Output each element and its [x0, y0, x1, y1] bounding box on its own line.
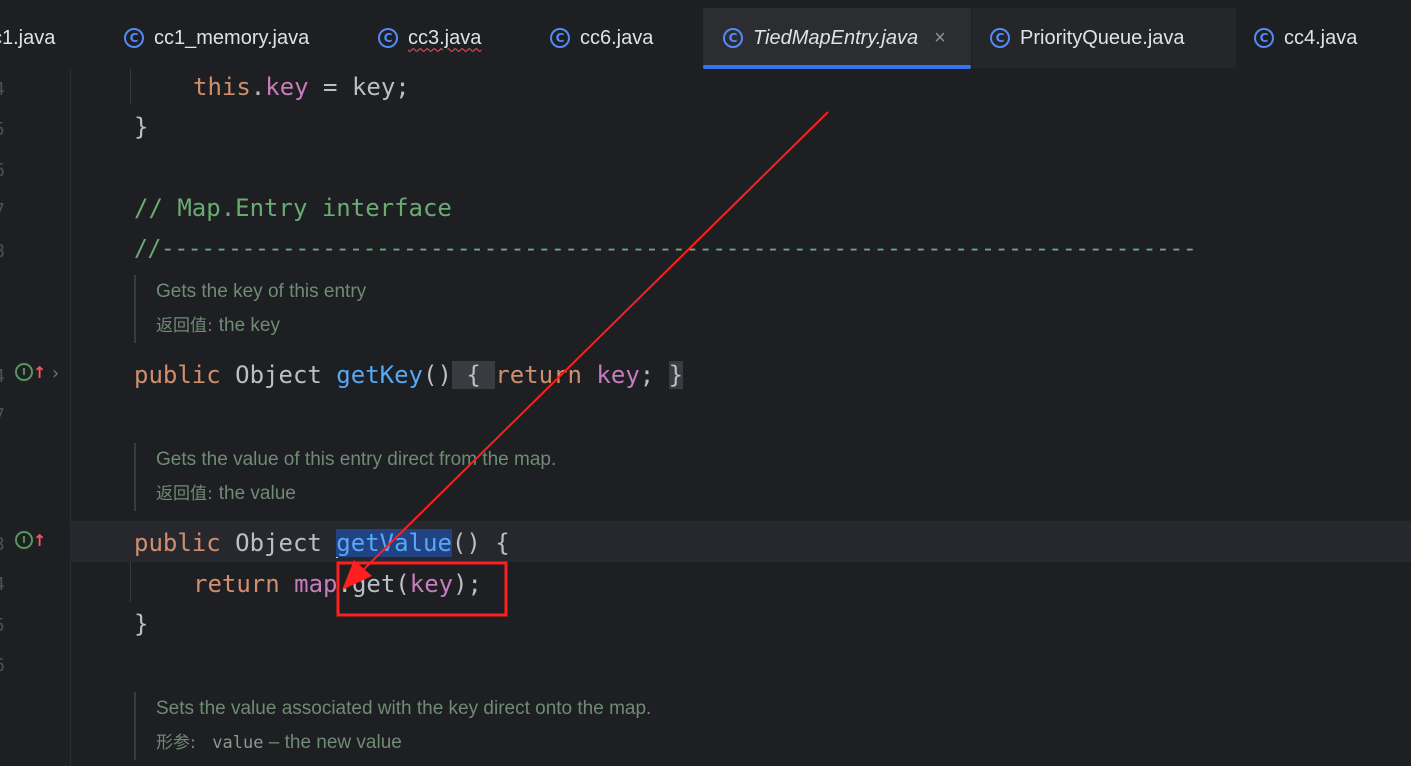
- tab-label: PriorityQueue.java: [1020, 26, 1185, 49]
- doc-param-name: value: [212, 733, 264, 753]
- doc-param-desc: – the new value: [263, 732, 402, 753]
- arrow-up-icon: ↑: [33, 531, 47, 550]
- assignment-rest: = key;: [308, 73, 410, 101]
- comment-divider: //--------------------------------------…: [134, 236, 1197, 262]
- parens: (): [423, 361, 452, 389]
- line-number: 4: [0, 574, 5, 595]
- code-close-brace: }: [134, 610, 149, 638]
- tab-cc1-memory[interactable]: C cc1_memory.java: [124, 8, 309, 68]
- method-call-get: .get(: [337, 570, 410, 598]
- class-icon: C: [124, 28, 144, 48]
- method-getkey[interactable]: getKey: [336, 361, 423, 389]
- doc-return-label: 返回值:: [156, 484, 213, 504]
- comment-map-entry: // Map.Entry interface: [134, 194, 452, 222]
- line-number: 7: [0, 405, 5, 426]
- method-signature-rest: () {: [451, 529, 510, 557]
- doc-param-label: 形参:: [156, 733, 196, 753]
- line-number: 5: [0, 119, 5, 140]
- field-key: key: [265, 73, 309, 101]
- semicolon: ;: [639, 361, 669, 389]
- line-gutter: 4 5 6 7 8 4 7 3 4 5 6 I ↑ › 💡 I ↑: [0, 69, 111, 766]
- line-number: 6: [0, 655, 5, 676]
- class-icon: C: [723, 28, 743, 48]
- line-number: 4: [0, 366, 5, 387]
- javadoc-getkey: Gets the key of this entry 返回值: the key: [134, 275, 366, 343]
- class-icon: C: [378, 28, 398, 48]
- class-icon: C: [550, 28, 570, 48]
- doc-param-row: 形参: value – the new value: [156, 726, 651, 760]
- fold-chevron-icon[interactable]: ›: [52, 363, 59, 384]
- line-number: 7: [0, 200, 5, 221]
- close-icon[interactable]: ×: [934, 27, 946, 50]
- code-return-map-get: return map.get(key);: [193, 569, 482, 599]
- implements-marker[interactable]: I ↑: [15, 363, 46, 382]
- line-number: 5: [0, 615, 5, 636]
- tab-cc3[interactable]: C cc3.java: [378, 8, 481, 68]
- tab-label: cc6.java: [580, 26, 654, 49]
- tab-priorityqueue[interactable]: C PriorityQueue.java: [972, 8, 1236, 68]
- line-number: 6: [0, 160, 5, 181]
- code-close-brace: }: [134, 113, 149, 141]
- class-icon: C: [1254, 28, 1274, 48]
- code-line-this-key: this.key = key;: [193, 72, 410, 102]
- doc-return-label: 返回值:: [156, 316, 213, 336]
- doc-description: Gets the key of this entry: [156, 281, 367, 302]
- tab-label: c1.java: [0, 26, 56, 49]
- doc-return-value: the key: [218, 315, 280, 336]
- code-getkey-method: public Object getKey() { return key; }: [134, 360, 684, 390]
- indent-guide: [130, 562, 131, 602]
- field-key: key: [581, 361, 640, 389]
- keyword-public: public: [134, 361, 221, 389]
- field-map: map: [279, 570, 338, 598]
- line-number: 4: [0, 79, 5, 100]
- tab-label: TiedMapEntry.java: [753, 26, 919, 49]
- tab-c1[interactable]: c1.java: [0, 8, 55, 68]
- keyword-return: return: [495, 361, 582, 389]
- tab-cc4[interactable]: C cc4.java: [1254, 8, 1357, 68]
- doc-description: Sets the value associated with the key d…: [156, 698, 652, 719]
- method-getvalue[interactable]: getValue: [336, 529, 452, 557]
- arrow-up-icon: ↑: [33, 363, 47, 382]
- dot: .: [250, 73, 266, 101]
- folded-close-brace[interactable]: }: [668, 361, 684, 389]
- tab-label: cc4.java: [1284, 26, 1358, 49]
- implements-icon: I: [15, 531, 33, 549]
- tab-label: cc1_memory.java: [154, 26, 310, 49]
- type-object: Object: [220, 529, 337, 557]
- type-object: Object: [220, 361, 337, 389]
- tab-cc6[interactable]: C cc6.java: [550, 8, 653, 68]
- implements-icon: I: [15, 363, 33, 381]
- tab-tiedmapentry[interactable]: C TiedMapEntry.java ×: [703, 8, 971, 69]
- folded-open-brace[interactable]: {: [451, 361, 496, 389]
- tab-label: cc3.java: [408, 26, 482, 49]
- indent-guide: [130, 69, 131, 104]
- keyword-public: public: [134, 529, 221, 557]
- doc-return-row: 返回值: the value: [156, 477, 556, 511]
- line-number: 8: [0, 241, 5, 262]
- javadoc-getvalue: Gets the value of this entry direct from…: [134, 443, 556, 511]
- doc-return-value: the value: [218, 483, 296, 504]
- code-getvalue-method: public Object getValue() {: [134, 528, 510, 558]
- call-end: );: [453, 570, 483, 598]
- javadoc-setvalue: Sets the value associated with the key d…: [134, 692, 651, 760]
- keyword-this: this: [193, 73, 251, 101]
- code-editor[interactable]: this.key = key; } // Map.Entry interface…: [71, 69, 1411, 766]
- editor-tab-bar: c1.java C cc1_memory.java C cc3.java C c…: [0, 0, 1411, 70]
- keyword-return: return: [193, 570, 280, 598]
- class-icon: C: [990, 28, 1010, 48]
- ide-window: c1.java C cc1_memory.java C cc3.java C c…: [0, 0, 1411, 766]
- argument-key: key: [409, 570, 454, 598]
- doc-return-row: 返回值: the key: [156, 309, 366, 343]
- doc-description: Gets the value of this entry direct from…: [156, 449, 557, 470]
- line-number: 3: [0, 534, 5, 555]
- implements-marker[interactable]: I ↑: [15, 531, 46, 550]
